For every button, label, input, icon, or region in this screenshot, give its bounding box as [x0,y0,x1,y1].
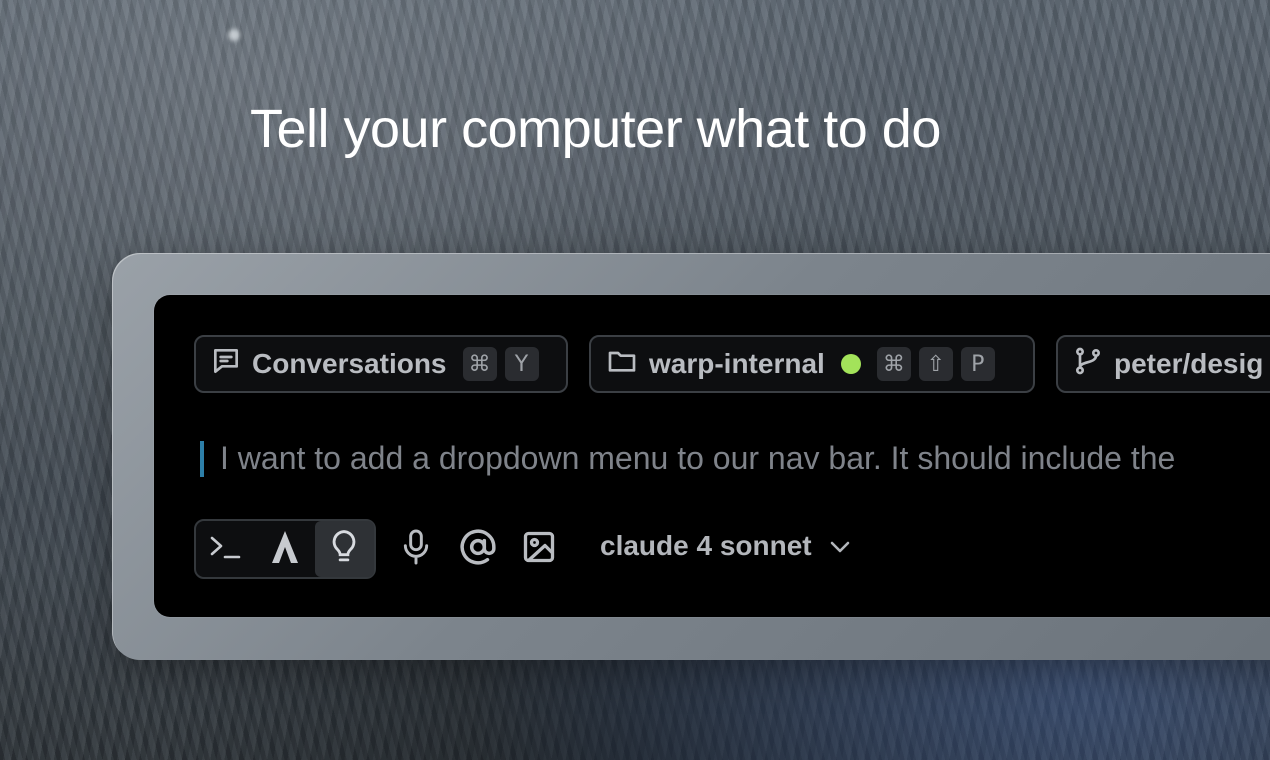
status-dot [840,354,861,374]
model-selector[interactable]: claude 4 sonnet [600,530,852,562]
folder-chip[interactable]: warp-internal ⌘ ⇧ P [589,335,1035,393]
shortcut-key: ⌘ [876,347,911,381]
microphone-icon [400,528,432,571]
conversations-chip[interactable]: Conversations ⌘ Y [194,335,568,393]
attach-image-button[interactable] [517,527,561,571]
shortcut-key: P [960,347,995,381]
at-mention-icon [459,528,497,571]
conversations-shortcut: ⌘ Y [462,347,539,381]
git-branch-icon [1072,345,1104,384]
idea-mode-button[interactable] [314,521,374,577]
image-icon [521,529,557,570]
branch-chip[interactable]: peter/desig [1056,335,1270,393]
mention-button[interactable] [456,527,500,571]
voice-input-button[interactable] [394,527,438,571]
mode-toggle-group [194,519,376,579]
chevron-down-icon [828,530,852,562]
branch-label: peter/desig [1114,348,1264,379]
text-caret [200,440,204,477]
background-highlight [228,29,240,41]
conversations-label: Conversations [252,348,447,379]
folder-shortcut: ⌘ ⇧ P [876,347,995,381]
prompt-input[interactable]: I want to add a dropdown menu to our nav… [200,440,1175,477]
shortcut-key: ⌘ [462,347,497,381]
agent-icon [269,529,301,570]
hero-headline: Tell your computer what to do [250,99,941,159]
terminal-icon [208,531,244,568]
folder-icon [605,345,639,384]
shortcut-key: ⇧ [918,347,953,381]
prompt-text: I want to add a dropdown menu to our nav… [220,440,1176,476]
chat-bubble-icon [210,345,242,384]
folder-label: warp-internal [649,348,825,379]
lightbulb-icon [328,529,360,570]
model-label: claude 4 sonnet [600,530,812,561]
agent-mode-button[interactable] [255,521,314,577]
shortcut-key: Y [504,347,539,381]
terminal-mode-button[interactable] [196,521,255,577]
